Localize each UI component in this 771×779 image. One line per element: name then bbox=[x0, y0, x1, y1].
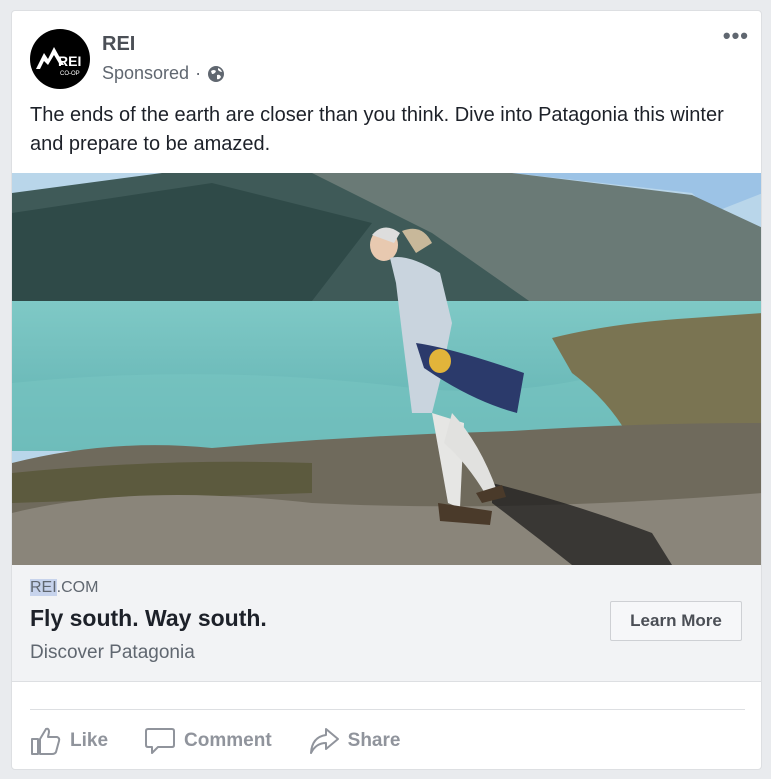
page-name-link[interactable]: REI bbox=[102, 33, 135, 56]
learn-more-button[interactable]: Learn More bbox=[610, 601, 742, 641]
sponsored-line: Sponsored · bbox=[102, 63, 225, 84]
globe-icon[interactable] bbox=[207, 65, 225, 83]
link-headline[interactable]: Fly south. Way south. bbox=[30, 605, 267, 632]
thumbs-up-icon bbox=[31, 727, 61, 755]
ad-photo[interactable] bbox=[12, 173, 761, 565]
link-description: Discover Patagonia bbox=[30, 642, 195, 663]
domain-rest: .COM bbox=[56, 579, 99, 596]
link-domain: REI.COM bbox=[30, 579, 98, 597]
separator-dot: · bbox=[195, 63, 202, 83]
svg-text:CO-OP: CO-OP bbox=[60, 71, 80, 77]
rei-logo-icon: REI CO-OP bbox=[36, 47, 81, 77]
rei-logo-avatar[interactable]: REI CO-OP bbox=[30, 29, 90, 89]
post-text: The ends of the earth are closer than yo… bbox=[30, 104, 724, 155]
sponsored-label[interactable]: Sponsored bbox=[102, 63, 189, 84]
more-options-icon[interactable]: ••• bbox=[723, 25, 749, 47]
like-label: Like bbox=[70, 730, 109, 751]
actions-divider bbox=[30, 709, 745, 710]
post-header: REI CO-OP REI Sponsored · ••• bbox=[12, 11, 761, 91]
like-button[interactable]: Like bbox=[30, 726, 108, 756]
post-actions: Like Comment Share bbox=[30, 723, 436, 759]
comment-button[interactable]: Comment bbox=[144, 726, 272, 756]
svg-text:REI: REI bbox=[58, 53, 81, 69]
domain-highlight: REI bbox=[30, 579, 57, 596]
comment-icon bbox=[145, 728, 176, 754]
share-icon bbox=[309, 728, 339, 754]
share-button[interactable]: Share bbox=[308, 726, 401, 756]
link-preview[interactable]: REI.COM Fly south. Way south. Discover P… bbox=[12, 565, 761, 682]
patagonia-photo bbox=[12, 173, 761, 565]
comment-label: Comment bbox=[184, 730, 272, 751]
share-label: Share bbox=[347, 730, 401, 751]
sponsored-post-card: REI CO-OP REI Sponsored · ••• The ends o… bbox=[11, 10, 762, 770]
